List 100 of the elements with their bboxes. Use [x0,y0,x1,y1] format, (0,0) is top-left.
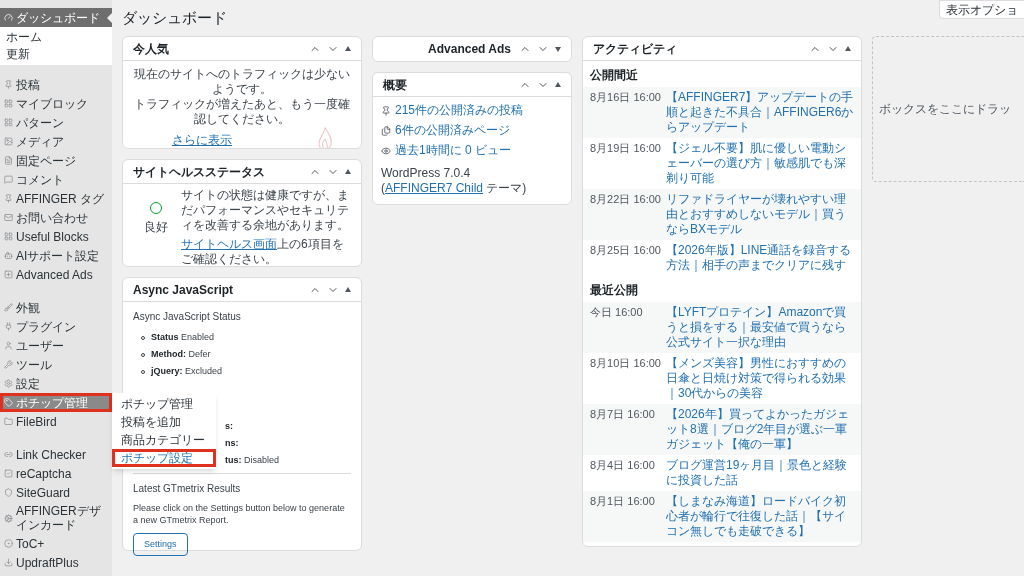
health-details: サイトヘルス画面上の6項目をご確認ください。 [181,237,345,267]
sidebar-item[interactable]: 固定ページ [0,151,112,170]
post-link[interactable]: 【LYFTプロテイン】Amazonで買うと損をする｜最安値で買うなら公式サイト一択な理由 [666,305,854,350]
pin-icon [4,80,13,89]
status-heading: Async JavaScript Status [133,310,242,324]
post-link[interactable]: ブログ運営19ヶ月目｜景色と経験に投資した話 [666,458,854,488]
sidebar-item[interactable]: ダッシュボード [0,8,112,27]
sidebar-item[interactable]: メディア [0,132,112,151]
health-text: サイトの状態は健康ですが、まだパフォーマンスやセキュリティを改善する余地があります。 [181,188,350,233]
gear-icon [4,513,13,523]
sidebar-item[interactable]: Advanced Ads [0,265,112,284]
widget-title: アクティビティ [593,40,677,58]
section-heading: 公開間近 [589,67,639,84]
settings-button[interactable]: Settings [133,533,188,556]
settings-icon [4,379,13,388]
show-more-link[interactable]: さらに表示 [172,131,232,148]
sidebar-item[interactable]: AFFINGERデザインカード [0,502,112,534]
sidebar-item[interactable]: お問い合わせ [0,208,112,227]
plug-icon [4,322,13,331]
activity-date: 8月7日 16:00 [590,407,656,422]
flame-drawing [315,127,333,148]
brush-icon [4,303,13,312]
post-link[interactable]: 【メンズ美容】男性におすすめの日傘と日焼け対策で得られる効果｜30代からの美容 [666,356,854,401]
widget-title: 概要 [383,76,407,94]
flyout-item[interactable]: ポチップ管理 [112,395,216,413]
sidebar-item[interactable]: ユーザー [0,336,112,355]
section-heading: 最近公開 [589,282,639,299]
sidebar-item[interactable]: AFFINGER タグ [0,189,112,208]
eye-icon [381,145,391,156]
page-title: ダッシュボード [122,9,227,27]
sidebar-item[interactable]: コメント [0,170,112,189]
sidebar-item[interactable]: 設定 [0,374,112,393]
activity-date: 8月25日 16:00 [590,243,662,258]
sidebar-item[interactable]: 外観 [0,298,112,317]
activity-date: 8月4日 16:00 [590,458,656,473]
pages-link[interactable]: 6件の公開済みページ [381,123,510,138]
sidebar-item[interactable]: プラグイン [0,317,112,336]
sidebar-item[interactable]: UpdraftPlus [0,553,112,572]
post-link[interactable]: 【2026年版】LINE通話を録音する方法｜相手の声までクリアに残す [666,243,854,273]
sidebar-item[interactable]: マイブロック [0,94,112,113]
toggle-icon[interactable] [555,46,561,52]
toggle-icon[interactable] [345,287,351,292]
activity-date: 8月1日 16:00 [590,494,656,509]
post-link[interactable]: 【2026年】買ってよかったガジェット8選｜ブログ2年目が選ぶ一軍ガジェット【俺の一軍】 [666,407,854,452]
theme-link[interactable]: AFFINGER7 Child [385,181,484,195]
robot-icon [4,251,13,260]
flyout-item[interactable]: 商品カテゴリー [112,431,216,449]
post-link[interactable]: 【ジェル不要】肌に優しい電動シェーバーの選び方｜敏感肌でも深剃り可能 [666,141,854,186]
grid-icon [4,232,13,241]
checkbox-icon [4,469,13,478]
flyout-item[interactable]: 投稿を追加 [112,413,216,431]
toggle-icon[interactable] [345,46,351,51]
dashboard-icon [4,13,13,22]
activity-date: 8月22日 16:00 [590,192,662,207]
flyout-item[interactable]: ポチップ設定 [112,449,216,467]
link-icon [4,450,13,459]
sidebar-item[interactable]: AIサポート設定 [0,246,112,265]
status-item: ns: [225,436,239,450]
toggle-icon[interactable] [555,82,561,87]
media-icon [4,137,13,146]
mail-icon [4,213,13,222]
status-item: s: [225,419,233,433]
screen-options-button[interactable]: 表示オプショ [939,0,1024,19]
post-link[interactable]: 【AFFINGER7】アップデートの手順と起きた不具合｜AFFINGER6からアップデート [666,90,854,135]
toggle-icon[interactable] [845,46,851,51]
page-icon [4,156,13,165]
posts-link[interactable]: 215件の公開済みの投稿 [381,103,524,118]
post-link[interactable]: リファドライヤーが壊れやすい理由とおすすめしないモデル｜買うならBXモデル [666,192,854,237]
submenu-item[interactable]: 更新 [0,46,112,63]
submenu-item[interactable]: ホーム [0,29,112,46]
traffic-message: 現在のサイトへのトラフィックは少ないようです。 トラフィックが増えたあと、もう一度確認してください。 [133,67,351,127]
site-health-link[interactable]: サイトヘルス画面 [181,237,277,251]
wrench-icon [4,360,13,369]
sidebar-item[interactable]: ToC+ [0,534,112,553]
sidebar-item[interactable]: Useful Blocks [0,227,112,246]
widget-title: 今人気 [133,40,169,58]
activity-date: 8月19日 16:00 [590,141,662,156]
user-icon [4,341,13,350]
status-item: jQuery: Excluded [151,364,223,378]
activity-date: 今日 16:00 [590,305,644,320]
sidebar-item[interactable]: SiteGuard [0,483,112,502]
sidebar-item[interactable]: Link Checker [0,445,112,464]
sidebar-item[interactable]: reCaptcha [0,464,112,483]
post-link[interactable]: 【しまなみ海道】ロードバイク初心者が輪行で往復した話｜【サイコン無しでも走破できる】 [666,494,854,539]
circle-icon [4,539,13,548]
sidebar-item[interactable]: パターン [0,113,112,132]
toggle-icon[interactable] [345,169,351,174]
version-text: WordPress 7.0.4 (AFFINGER7 Child テーマ) [381,166,528,196]
sidebar-item[interactable]: FileBird [0,412,112,431]
shield-icon [4,488,13,497]
tag-icon [4,398,13,407]
sidebar-item[interactable]: 投稿 [0,75,112,94]
folder-icon [4,417,13,426]
pages-icon [381,125,391,136]
health-status: 良好 [144,219,168,236]
views-link[interactable]: 過去1時間に 0 ビュー [381,143,563,158]
results-heading: Latest GTmetrix Results [133,482,242,496]
sidebar-item[interactable]: ツール [0,355,112,374]
widget-title: Advanced Ads [428,41,511,58]
pin-icon [381,105,391,116]
